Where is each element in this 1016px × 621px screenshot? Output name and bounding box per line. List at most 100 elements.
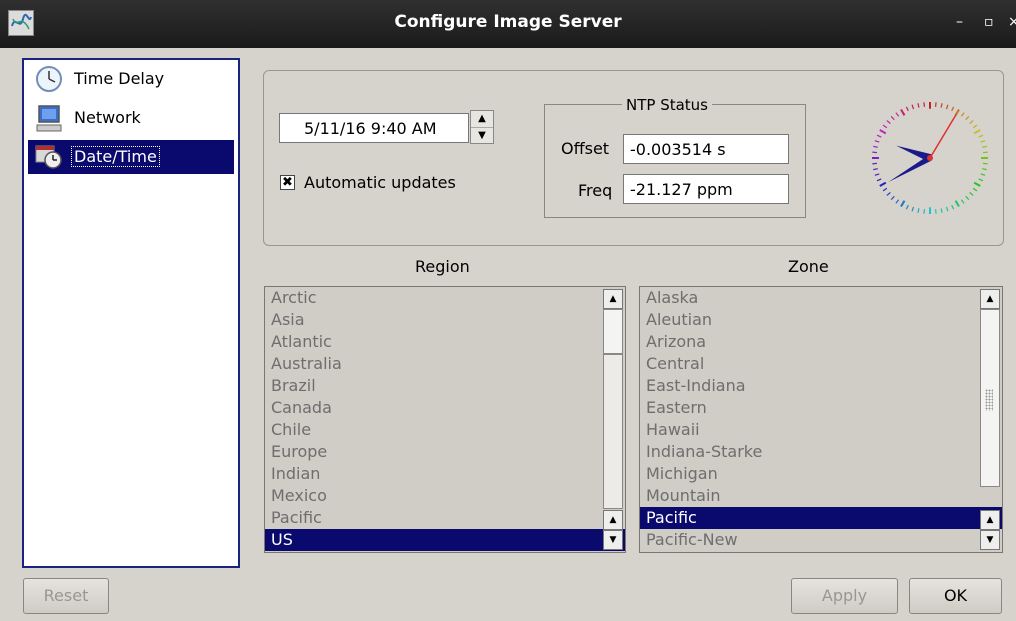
scroll-up-icon[interactable]: ▲ (980, 289, 1000, 309)
reset-button[interactable]: Reset (23, 578, 109, 614)
nav-item-time-delay[interactable]: Time Delay (28, 62, 234, 96)
analog-clock (868, 100, 992, 216)
clock-tick (982, 168, 987, 171)
ok-button[interactable]: OK (909, 578, 1002, 614)
minimize-icon[interactable]: – (956, 14, 963, 30)
title-bar: Configure Image Server – ▫ × (0, 0, 1016, 48)
list-item[interactable]: East-Indiana (640, 375, 1002, 397)
clock-tick (911, 104, 915, 110)
list-item[interactable]: Australia (265, 353, 625, 375)
date-time-spinner[interactable]: ▲ ▼ (470, 110, 494, 144)
clock-icon (34, 65, 64, 93)
clock-tick (900, 108, 906, 116)
scroll-down-icon[interactable]: ▼ (603, 530, 623, 550)
region-header: Region (415, 257, 470, 276)
scroll-grip-icon (985, 389, 993, 411)
scroll-up-icon[interactable]: ▲ (980, 510, 1000, 530)
region-list[interactable]: Arctic Asia Atlantic Australia Brazil Canada C… (264, 286, 626, 553)
apply-button[interactable]: Apply (791, 578, 898, 614)
clock-tick (890, 195, 895, 201)
list-item[interactable]: Arizona (640, 331, 1002, 353)
offset-label: Offset (561, 139, 610, 158)
list-item[interactable]: Pacific (640, 507, 1002, 529)
scroll-thumb[interactable] (603, 309, 623, 354)
list-item[interactable]: Pacific-New (640, 529, 1002, 551)
clock-tick (882, 187, 888, 192)
list-item[interactable]: Europe (265, 441, 625, 463)
clock-tick (965, 195, 970, 201)
list-item[interactable]: Canada (265, 397, 625, 419)
clock-tick (876, 134, 882, 138)
clock-minute-hand (888, 155, 932, 182)
window-title: Configure Image Server (394, 12, 622, 32)
clock-tick (905, 204, 909, 210)
clock-tick (900, 200, 906, 208)
clock-tick (905, 106, 909, 112)
clock-tick (951, 204, 955, 210)
scroll-down-icon[interactable]: ▼ (980, 530, 1000, 550)
list-item[interactable]: Atlantic (265, 331, 625, 353)
clock-tick (876, 178, 882, 182)
spin-up-icon[interactable]: ▲ (471, 111, 493, 128)
list-item[interactable]: Brazil (265, 375, 625, 397)
apply-button-label: Apply (821, 586, 868, 605)
clock-tick (874, 173, 880, 176)
clock-tick (969, 192, 974, 196)
clock-second-hand (929, 114, 957, 159)
clock-tick (873, 168, 878, 171)
clock-tick (879, 129, 887, 135)
list-item[interactable]: Mexico (265, 485, 625, 507)
clock-tick (973, 129, 981, 135)
clock-tick (940, 208, 943, 213)
list-item[interactable]: Hawaii (640, 419, 1002, 441)
clock-tick (972, 187, 978, 192)
clock-tick (982, 145, 987, 148)
list-item[interactable]: Eastern (640, 397, 1002, 419)
region-scrollbar[interactable]: ▲ ▲ ▼ (603, 289, 623, 550)
nav-item-network[interactable]: Network (28, 101, 234, 135)
clock-tick (917, 103, 920, 108)
scroll-up-icon[interactable]: ▲ (603, 510, 623, 530)
nav-item-label: Time Delay (74, 69, 165, 88)
list-item[interactable]: Central (640, 353, 1002, 375)
close-icon[interactable]: × (1008, 14, 1016, 30)
checkbox-checked-icon[interactable]: ✖ (280, 175, 295, 190)
freq-field: -21.127 ppm (623, 174, 789, 204)
list-item[interactable]: Mountain (640, 485, 1002, 507)
clock-tick (890, 115, 895, 121)
clock-tick (951, 106, 955, 112)
offset-field: -0.003514 s (623, 134, 789, 164)
computer-icon (34, 104, 64, 132)
clock-tick (886, 192, 891, 196)
list-item[interactable]: US (265, 529, 625, 551)
scroll-track[interactable] (603, 354, 623, 509)
list-item[interactable]: Asia (265, 309, 625, 331)
clock-tick (954, 108, 960, 116)
clock-tick (954, 200, 960, 208)
list-item[interactable]: Alaska (640, 287, 1002, 309)
clock-tick (911, 206, 915, 212)
list-item[interactable]: Chile (265, 419, 625, 441)
list-item[interactable]: Aleutian (640, 309, 1002, 331)
list-item[interactable]: Arctic (265, 287, 625, 309)
list-item[interactable]: Pacific (265, 507, 625, 529)
spin-down-icon[interactable]: ▼ (471, 128, 493, 144)
list-item[interactable]: Indiana-Starke (640, 441, 1002, 463)
freq-label: Freq (578, 181, 613, 200)
list-item[interactable]: Indian (265, 463, 625, 485)
clock-tick (960, 112, 965, 117)
list-item[interactable]: Michigan (640, 463, 1002, 485)
zone-header: Zone (788, 257, 829, 276)
clock-tick (882, 124, 888, 129)
clock-tick (895, 199, 900, 204)
clock-tick (978, 134, 984, 138)
scroll-up-icon[interactable]: ▲ (603, 289, 623, 309)
date-time-value: 5/11/16 9:40 AM (304, 119, 437, 138)
zone-list[interactable]: Alaska Aleutian Arizona Central East-Indiana… (639, 286, 1003, 553)
date-time-field[interactable]: 5/11/16 9:40 AM (279, 113, 469, 143)
zone-scrollbar[interactable]: ▲ ▲ ▼ (980, 289, 1000, 550)
automatic-updates-label: Automatic updates (304, 173, 456, 192)
clock-tick (874, 140, 880, 143)
nav-item-date-time[interactable]: Date/Time (28, 140, 234, 174)
maximize-icon[interactable]: ▫ (984, 14, 994, 30)
